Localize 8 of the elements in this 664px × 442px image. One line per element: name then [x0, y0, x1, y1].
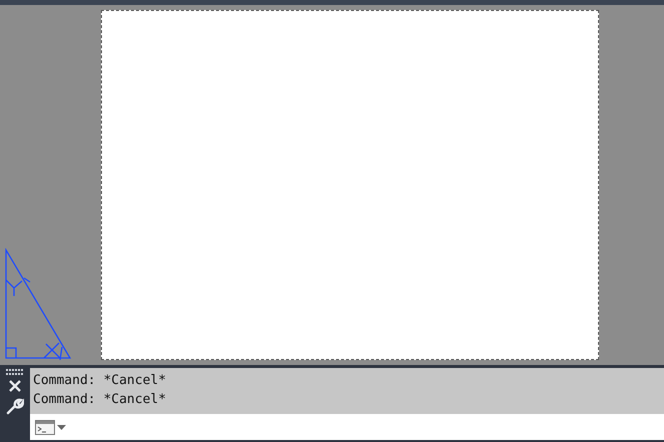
history-line: Command: *Cancel* — [33, 372, 168, 390]
command-input-field[interactable] — [30, 414, 664, 440]
close-icon[interactable] — [8, 379, 22, 393]
terminal-icon[interactable] — [35, 420, 55, 434]
grip-icon[interactable] — [6, 369, 24, 375]
wrench-icon[interactable] — [6, 397, 24, 415]
caret-icon[interactable] — [57, 424, 66, 430]
history-line: Command: *Cancel* — [33, 391, 168, 409]
